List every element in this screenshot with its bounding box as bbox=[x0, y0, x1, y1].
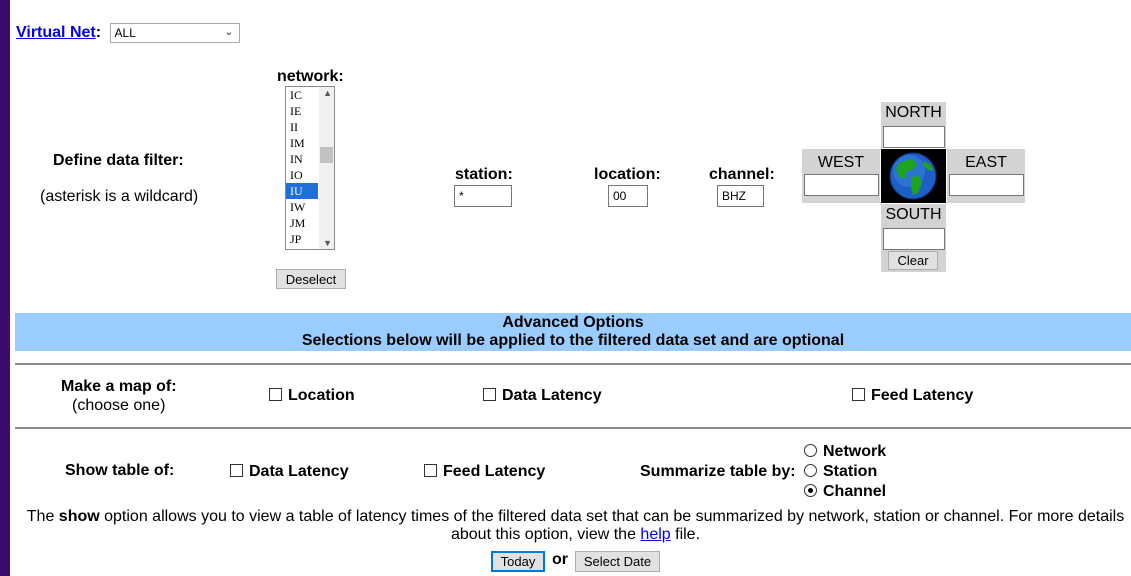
scroll-down-icon[interactable]: ▼ bbox=[323, 238, 332, 248]
or-label: or bbox=[552, 551, 568, 568]
divider bbox=[15, 363, 1131, 365]
virtual-net-row: Virtual Net: ALL ⌄ bbox=[16, 23, 240, 43]
map-feed-latency-checkbox[interactable] bbox=[852, 388, 865, 401]
west-cell: WEST bbox=[802, 149, 880, 203]
network-option[interactable]: JP bbox=[286, 231, 318, 247]
chevron-down-icon: ⌄ bbox=[224, 26, 234, 38]
table-feed-latency-label: Feed Latency bbox=[443, 463, 546, 480]
location-label: location: bbox=[594, 166, 661, 183]
scroll-up-icon[interactable]: ▲ bbox=[323, 88, 332, 98]
map-label: Make a map of: bbox=[61, 378, 177, 395]
network-option[interactable]: IE bbox=[286, 103, 318, 119]
station-input[interactable]: * bbox=[454, 185, 512, 207]
north-input[interactable] bbox=[882, 126, 945, 148]
summarize-label: Summarize table by: bbox=[640, 463, 796, 480]
advanced-options-title: Advanced Options bbox=[502, 314, 644, 331]
summarize-station-option[interactable]: Station bbox=[804, 463, 877, 481]
table-data-latency-label: Data Latency bbox=[249, 463, 349, 480]
channel-label: channel: bbox=[709, 166, 775, 183]
east-cell: EAST bbox=[947, 149, 1025, 203]
globe-icon bbox=[881, 149, 946, 203]
table-data-latency-checkbox[interactable] bbox=[230, 464, 243, 477]
virtual-net-select[interactable]: ALL ⌄ bbox=[109, 23, 240, 43]
network-label: network: bbox=[277, 68, 344, 85]
advanced-options-band: Advanced Options Selections below will b… bbox=[15, 313, 1131, 351]
network-scrollbar[interactable]: ▲ ▼ bbox=[319, 87, 334, 249]
help-text-pre: The bbox=[26, 508, 59, 525]
map-sublabel: (choose one) bbox=[72, 397, 166, 414]
define-filter-label: Define data filter: bbox=[53, 152, 184, 169]
south-input[interactable] bbox=[882, 228, 945, 250]
summarize-network-radio[interactable] bbox=[804, 444, 817, 457]
summarize-network-label: Network bbox=[823, 443, 887, 460]
north-cell: NORTH bbox=[881, 102, 946, 148]
help-text-post: file. bbox=[670, 526, 701, 543]
select-date-button[interactable]: Select Date bbox=[575, 551, 660, 572]
help-text-mid: option allows you to view a table of lat… bbox=[99, 508, 1125, 543]
network-option[interactable]: IW bbox=[286, 199, 318, 215]
network-option[interactable]: IM bbox=[286, 135, 318, 151]
table-feed-latency-option[interactable]: Feed Latency bbox=[424, 463, 545, 481]
divider bbox=[15, 427, 1131, 429]
virtual-net-colon: : bbox=[95, 24, 102, 42]
table-label: Show table of: bbox=[65, 462, 175, 479]
north-label: NORTH bbox=[885, 104, 942, 121]
summarize-channel-radio[interactable] bbox=[804, 484, 817, 497]
table-feed-latency-checkbox[interactable] bbox=[424, 464, 437, 477]
wildcard-note: (asterisk is a wildcard) bbox=[40, 188, 199, 205]
summarize-station-radio[interactable] bbox=[804, 464, 817, 477]
map-location-option[interactable]: Location bbox=[269, 387, 355, 405]
map-feed-latency-label: Feed Latency bbox=[871, 387, 974, 404]
map-location-checkbox[interactable] bbox=[269, 388, 282, 401]
location-input[interactable]: 00 bbox=[608, 185, 648, 207]
map-location-label: Location bbox=[288, 387, 355, 404]
summarize-channel-label: Channel bbox=[823, 483, 887, 500]
network-option-selected[interactable]: IU bbox=[286, 183, 318, 199]
network-option[interactable]: IC bbox=[286, 87, 318, 103]
virtual-net-selected-value: ALL bbox=[114, 26, 136, 40]
scroll-thumb[interactable] bbox=[320, 147, 333, 163]
network-option[interactable]: IN bbox=[286, 151, 318, 167]
network-option[interactable]: JM bbox=[286, 215, 318, 231]
summarize-network-option[interactable]: Network bbox=[804, 443, 886, 461]
station-label: station: bbox=[455, 166, 513, 183]
network-option[interactable]: IO bbox=[286, 167, 318, 183]
channel-input[interactable]: BHZ bbox=[717, 185, 764, 207]
map-feed-latency-option[interactable]: Feed Latency bbox=[852, 387, 973, 405]
table-data-latency-option[interactable]: Data Latency bbox=[230, 463, 349, 481]
help-text-bold: show bbox=[58, 508, 100, 525]
advanced-options-subtitle: Selections below will be applied to the … bbox=[301, 332, 845, 349]
map-data-latency-option[interactable]: Data Latency bbox=[483, 387, 602, 405]
help-text: The show option allows you to view a tab… bbox=[20, 508, 1131, 544]
today-button[interactable]: Today bbox=[491, 551, 545, 572]
south-label: SOUTH bbox=[885, 206, 942, 223]
summarize-station-label: Station bbox=[823, 463, 878, 480]
map-data-latency-checkbox[interactable] bbox=[483, 388, 496, 401]
help-link[interactable]: help bbox=[640, 526, 670, 543]
network-option[interactable]: II bbox=[286, 119, 318, 135]
left-accent-bar bbox=[0, 0, 10, 576]
network-listbox[interactable]: IC IE II IM IN IO IU IW JM JP ▲ ▼ bbox=[285, 86, 335, 250]
summarize-channel-option[interactable]: Channel bbox=[804, 483, 886, 501]
virtual-net-link[interactable]: Virtual Net bbox=[16, 24, 96, 41]
clear-button[interactable]: Clear bbox=[888, 251, 938, 270]
deselect-button[interactable]: Deselect bbox=[276, 269, 346, 289]
map-data-latency-label: Data Latency bbox=[502, 387, 602, 404]
